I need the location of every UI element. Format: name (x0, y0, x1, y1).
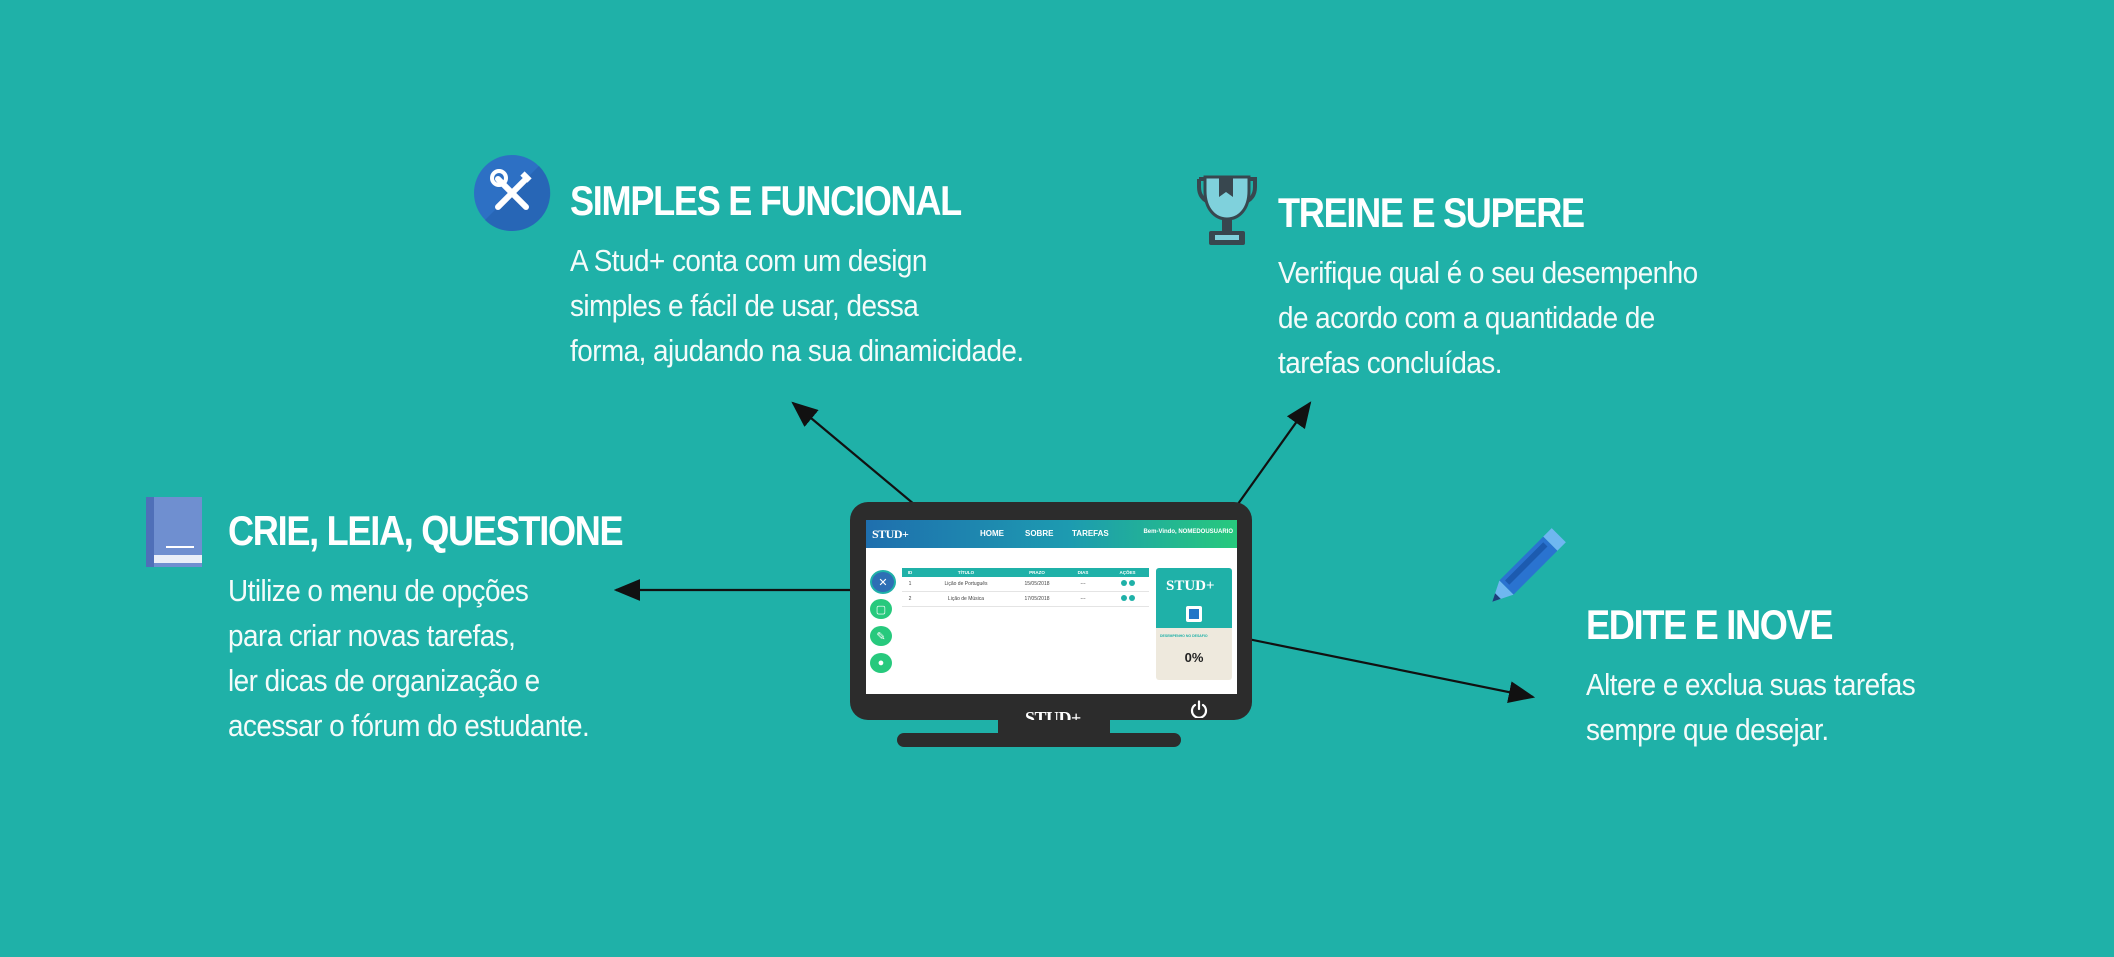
performance-percent: 0% (1184, 650, 1204, 665)
pencil-icon (1492, 528, 1566, 602)
column-header: DIAS (1077, 570, 1089, 575)
description-line: sempre que desejar. (1586, 712, 1829, 747)
description-line: tarefas concluídas. (1278, 345, 1502, 380)
book-icon (146, 497, 202, 567)
feature-description: Altere e exclua suas tarefas sempre que … (1586, 662, 1916, 752)
performance-card: STUD+ DESEMPENHO NO DESAFIO 0% (1156, 568, 1232, 680)
feature-title: TREINE E SUPERE (1278, 189, 1585, 236)
description-line: Utilize o menu de opções (228, 573, 529, 608)
monitor-base (897, 733, 1181, 747)
feature-description: Verifique qual é o seu desempenho de aco… (1278, 250, 1698, 385)
column-header: AÇÕES (1119, 570, 1136, 575)
power-icon (1190, 700, 1208, 718)
tips-button[interactable]: ✎ (870, 626, 892, 646)
card-label: DESEMPENHO NO DESAFIO (1160, 634, 1208, 638)
nav-tarefas[interactable]: TAREFAS (1072, 529, 1109, 538)
description-line: simples e fácil de usar, dessa (570, 288, 919, 323)
forum-button[interactable]: ● (870, 653, 892, 673)
tools-icon (474, 155, 551, 232)
column-header: TÍTULO (957, 570, 975, 575)
close-menu-button[interactable]: ✕ (870, 570, 896, 594)
feature-title: CRIE, LEIA, QUESTIONE (228, 507, 624, 554)
feature-treine: TREINE E SUPERE Verifique qual é o seu d… (1278, 192, 1744, 385)
description-line: forma, ajudando na sua dinamicidade. (570, 333, 1024, 368)
feature-description: A Stud+ conta com um design simples e fá… (570, 238, 1024, 373)
description-line: Altere e exclua suas tarefas (1586, 667, 1916, 702)
feature-simples: SIMPLES E FUNCIONAL A Stud+ conta com um… (570, 180, 1074, 373)
welcome-text: Bem-Vindo, NOMEDOUSUARIO (1143, 529, 1233, 535)
feature-title: EDITE E INOVE (1586, 601, 1833, 648)
new-task-button[interactable]: ▢ (870, 599, 892, 619)
description-line: A Stud+ conta com um design (570, 243, 927, 278)
card-logo: STUD+ (1166, 578, 1215, 594)
app-screen: STUD+ HOME SOBRE TAREFAS Bem-Vindo, NOME… (866, 520, 1237, 694)
feature-edite: EDITE E INOVE Altere e exclua suas taref… (1586, 604, 1952, 752)
nav-sobre[interactable]: SOBRE (1025, 529, 1053, 538)
app-navbar: STUD+ HOME SOBRE TAREFAS Bem-Vindo, NOME… (866, 520, 1237, 548)
edit-icon[interactable] (1120, 595, 1127, 601)
table-header: ID TÍTULO PRAZO DIAS AÇÕES (902, 568, 1149, 577)
monitor-mockup: STUD+ HOME SOBRE TAREFAS Bem-Vindo, NOME… (850, 502, 1252, 728)
card-icon (1186, 606, 1202, 622)
feature-description: Utilize o menu de opções para criar nova… (228, 568, 641, 748)
nav-home[interactable]: HOME (980, 529, 1004, 538)
connector-arrows (613, 401, 1536, 703)
edit-icon[interactable] (1120, 580, 1127, 586)
delete-icon[interactable] (1128, 580, 1135, 586)
description-line: Verifique qual é o seu desempenho (1278, 255, 1698, 290)
description-line: acessar o fórum do estudante. (228, 708, 590, 743)
column-header: ID (907, 570, 913, 575)
column-header: PRAZO (1029, 570, 1045, 575)
description-line: para criar novas tarefas, (228, 618, 516, 653)
feature-crie: CRIE, LEIA, QUESTIONE Utilize o menu de … (228, 510, 687, 748)
description-line: de acordo com a quantidade de (1278, 300, 1655, 335)
table-row[interactable]: 2 Lição de Música 17/05/2018 --- (902, 592, 1149, 607)
tasks-table: ID TÍTULO PRAZO DIAS AÇÕES 1 Lição de Po… (902, 568, 1149, 607)
description-line: ler dicas de organização e (228, 663, 540, 698)
delete-icon[interactable] (1128, 595, 1135, 601)
app-logo: STUD+ (872, 527, 909, 541)
trophy-icon (1197, 175, 1257, 245)
table-row[interactable]: 1 Lição de Português 15/05/2018 --- (902, 577, 1149, 592)
feature-title: SIMPLES E FUNCIONAL (570, 177, 962, 224)
